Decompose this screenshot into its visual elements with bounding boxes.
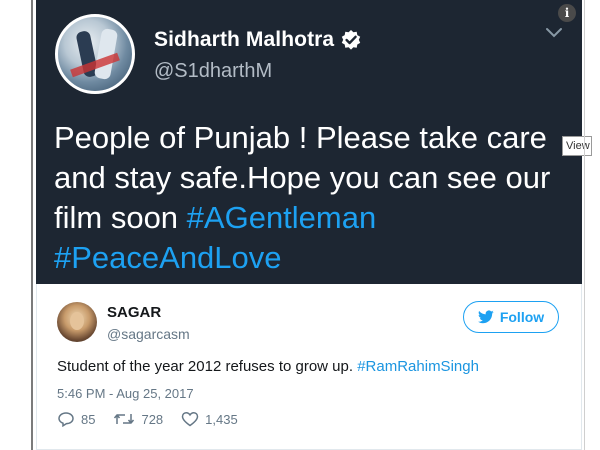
info-icon[interactable]: i [558, 4, 576, 22]
tweet-body: People of Punjab ! Please take care and … [54, 118, 554, 278]
tweet-actions: 85 728 1,435 [57, 411, 256, 427]
author-name-row: Sidharth Malhotra [154, 28, 362, 52]
hashtag-link[interactable]: #RamRahimSingh [357, 358, 479, 375]
hashtag-link[interactable]: #AGentleman [187, 200, 377, 235]
twitter-bird-icon [477, 310, 494, 324]
author-handle[interactable]: @S1dharthM [154, 60, 272, 83]
right-border-line [584, 0, 585, 450]
tweet-timestamp[interactable]: 5:46 PM - Aug 25, 2017 [57, 386, 194, 401]
view-tooltip: View [562, 136, 592, 156]
reply-icon [58, 412, 74, 427]
reply-count: 85 [81, 411, 96, 427]
reply-action[interactable]: 85 [57, 411, 95, 427]
left-border-line [31, 0, 33, 450]
hashtag-link[interactable]: #PeaceAndLove [54, 240, 282, 275]
author-name[interactable]: SAGAR [107, 304, 161, 321]
chevron-down-icon[interactable] [544, 26, 564, 40]
featured-tweet-card: Sidharth Malhotra @S1dharthM People of P… [36, 0, 582, 284]
author-name[interactable]: Sidharth Malhotra [154, 28, 334, 52]
author-handle[interactable]: @sagarcasm [107, 326, 190, 342]
retweet-count: 728 [141, 411, 164, 427]
like-action[interactable]: 1,435 [181, 411, 238, 427]
like-heart-icon [181, 411, 199, 427]
tweet-text: Student of the year 2012 refuses to grow… [57, 358, 358, 375]
like-count: 1,435 [205, 411, 238, 427]
profile-avatar[interactable] [55, 14, 135, 94]
follow-label: Follow [499, 309, 545, 325]
retweet-icon [114, 414, 135, 424]
embedded-tweet: SAGAR @sagarcasm Follow Student of the y… [36, 284, 582, 450]
tweet-body: Student of the year 2012 refuses to grow… [57, 358, 479, 375]
follow-button[interactable]: Follow [463, 301, 559, 333]
avatar-face [70, 312, 84, 330]
retweet-action[interactable]: 728 [113, 411, 163, 427]
avatar[interactable] [57, 302, 97, 342]
verified-badge-icon [340, 29, 362, 51]
